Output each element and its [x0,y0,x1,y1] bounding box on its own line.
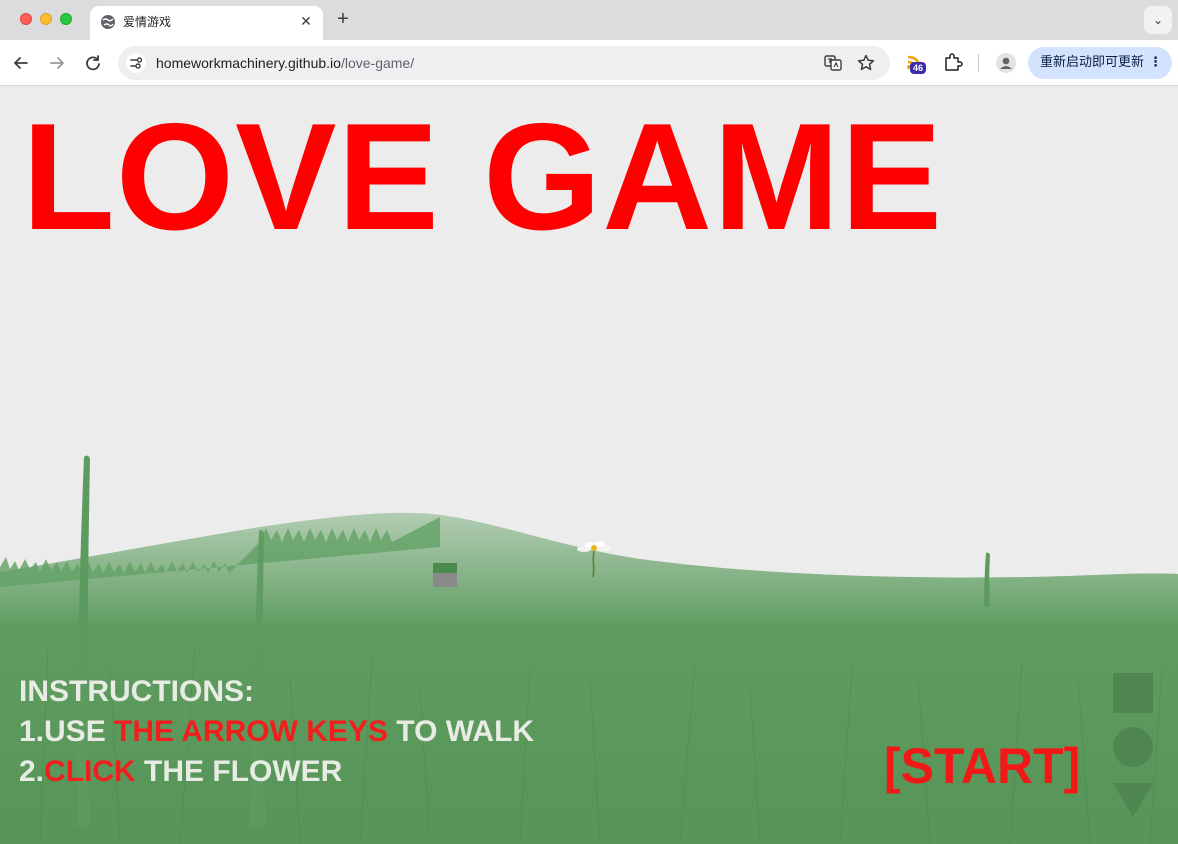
instruction-2-suffix: THE FLOWER [135,755,343,788]
maximize-window-button[interactable] [60,13,72,25]
back-icon[interactable] [10,52,32,74]
instructions-panel: INSTRUCTIONS: 1.USE THE ARROW KEYS TO WA… [19,672,534,792]
url-path: /love-game/ [340,55,415,71]
extension-badge: 46 [910,62,927,74]
browser-toolbar: homeworkmachinery.github.io/love-game/ 4… [0,40,1178,86]
tab-search-button[interactable]: ⌄ [1144,6,1172,34]
shape-controls [1112,672,1154,820]
update-chrome-button[interactable]: 重新启动即可更新 ⋮ [1028,47,1172,79]
circle-icon[interactable] [1113,727,1153,767]
browser-window: 爱情游戏 ✕ + ⌄ homeworkmachinery.github.io/l… [0,0,1178,844]
extensions-puzzle-icon[interactable] [941,51,965,75]
game-viewport[interactable]: LOVE GAME INSTRUCTIONS: 1.USE THE ARROW … [0,87,1178,844]
instruction-2-prefix: 2. [19,755,45,788]
tab-strip: 爱情游戏 ✕ + ⌄ [0,0,1178,40]
site-settings-icon[interactable] [126,53,146,73]
forward-icon[interactable] [46,52,68,74]
instructions-heading: INSTRUCTIONS: [19,675,254,708]
mailbox [433,573,457,587]
game-title: LOVE GAME [22,92,944,262]
tab-title: 爱情游戏 [123,15,172,29]
profile-avatar-icon[interactable] [994,51,1018,75]
instruction-1-prefix: 1.USE [19,715,115,748]
toolbar-divider [978,54,979,72]
active-tab[interactable]: 爱情游戏 ✕ [90,6,323,40]
url-host: homeworkmachinery.github.io [156,55,341,71]
triangle-down-icon[interactable] [1113,783,1153,817]
start-button[interactable]: [START] [884,737,1080,795]
reload-icon[interactable] [82,52,104,74]
update-button-label: 重新启动即可更新 [1040,55,1145,70]
instruction-2-highlight: CLICK [44,755,136,788]
instruction-1-highlight: THE ARROW KEYS [114,715,388,748]
url-text[interactable]: homeworkmachinery.github.io/love-game/ [156,55,414,71]
translate-icon[interactable] [823,53,843,73]
minimize-window-button[interactable] [40,13,52,25]
instruction-1-suffix: TO WALK [387,715,535,748]
bookmark-star-icon[interactable] [856,53,876,73]
menu-dots-icon[interactable]: ⋮ [1149,47,1162,79]
instruction-line-1: 1.USE THE ARROW KEYS TO WALK [19,712,534,752]
new-tab-button[interactable]: + [333,9,353,29]
tall-grass-blade-3 [984,552,990,607]
instruction-line-2: 2.CLICK THE FLOWER [19,752,534,792]
tab-close-icon[interactable]: ✕ [297,12,315,30]
address-bar[interactable]: homeworkmachinery.github.io/love-game/ [118,46,890,80]
square-icon[interactable] [1113,673,1153,713]
globe-icon [101,15,115,29]
close-window-button[interactable] [20,13,32,25]
